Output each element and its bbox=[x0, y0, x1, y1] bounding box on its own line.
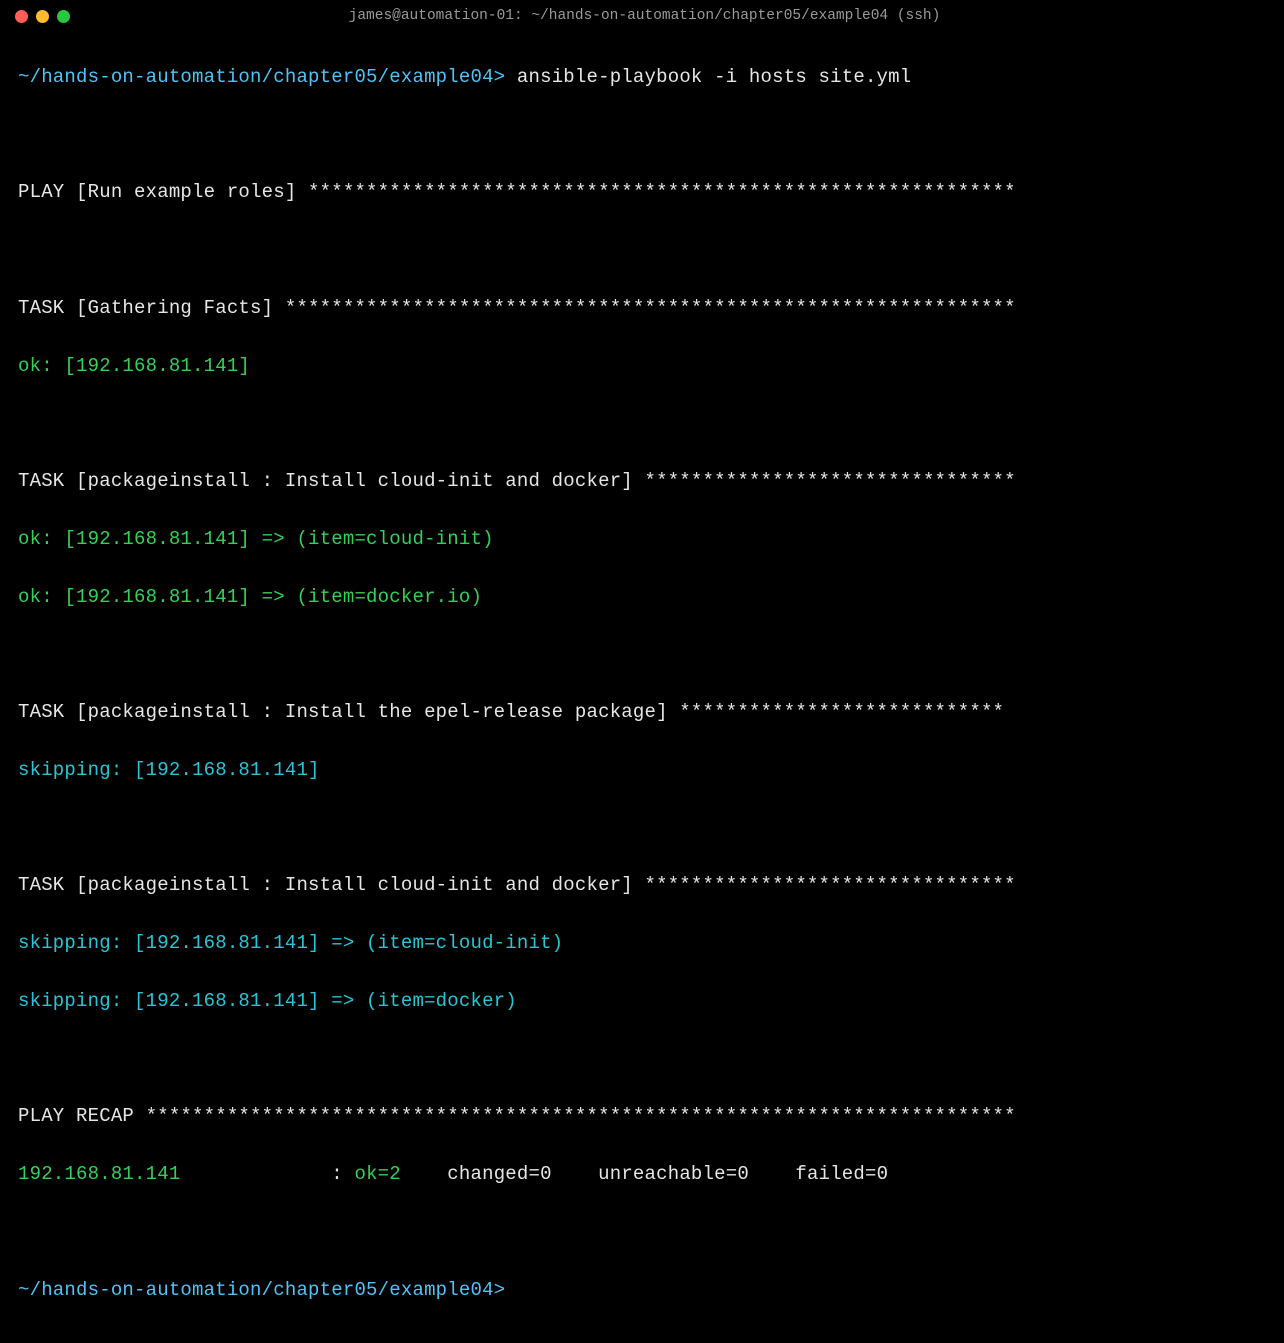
recap-row: 192.168.81.141 : ok=2 changed=0 unreacha… bbox=[18, 1160, 1266, 1189]
task-result-skipping: skipping: [192.168.81.141] => (item=clou… bbox=[18, 929, 1266, 958]
task-result-skipping: skipping: [192.168.81.141] => (item=dock… bbox=[18, 987, 1266, 1016]
recap-sep: : bbox=[180, 1163, 354, 1185]
task-header: TASK [packageinstall : Install the epel-… bbox=[18, 698, 1266, 727]
window-title: james@automation-01: ~/hands-on-automati… bbox=[20, 5, 1269, 27]
task-result-skipping: skipping: [192.168.81.141] bbox=[18, 756, 1266, 785]
recap-host: 192.168.81.141 bbox=[18, 1163, 180, 1185]
task-result-ok: ok: [192.168.81.141] bbox=[18, 352, 1266, 381]
task-header: TASK [packageinstall : Install cloud-ini… bbox=[18, 871, 1266, 900]
blank-line bbox=[18, 236, 1266, 265]
task-header: TASK [packageinstall : Install cloud-ini… bbox=[18, 467, 1266, 496]
blank-line bbox=[18, 1218, 1266, 1247]
prompt-path: ~/hands-on-automation/chapter05/example0… bbox=[18, 1279, 505, 1301]
recap-header: PLAY RECAP *****************************… bbox=[18, 1102, 1266, 1131]
blank-line bbox=[18, 814, 1266, 843]
blank-line bbox=[18, 121, 1266, 150]
blank-line bbox=[18, 409, 1266, 438]
prompt-path: ~/hands-on-automation/chapter05/example0… bbox=[18, 66, 505, 88]
blank-line bbox=[18, 640, 1266, 669]
blank-line bbox=[18, 1045, 1266, 1074]
recap-rest: changed=0 unreachable=0 failed=0 bbox=[401, 1163, 923, 1185]
window-titlebar: james@automation-01: ~/hands-on-automati… bbox=[0, 0, 1284, 28]
terminal-output[interactable]: ~/hands-on-automation/chapter05/example0… bbox=[0, 28, 1284, 1343]
task-result-ok: ok: [192.168.81.141] => (item=docker.io) bbox=[18, 583, 1266, 612]
task-header: TASK [Gathering Facts] *****************… bbox=[18, 294, 1266, 323]
command-text: ansible-playbook -i hosts site.yml bbox=[517, 66, 911, 88]
play-header: PLAY [Run example roles] ***************… bbox=[18, 178, 1266, 207]
task-result-ok: ok: [192.168.81.141] => (item=cloud-init… bbox=[18, 525, 1266, 554]
recap-ok: ok=2 bbox=[354, 1163, 400, 1185]
